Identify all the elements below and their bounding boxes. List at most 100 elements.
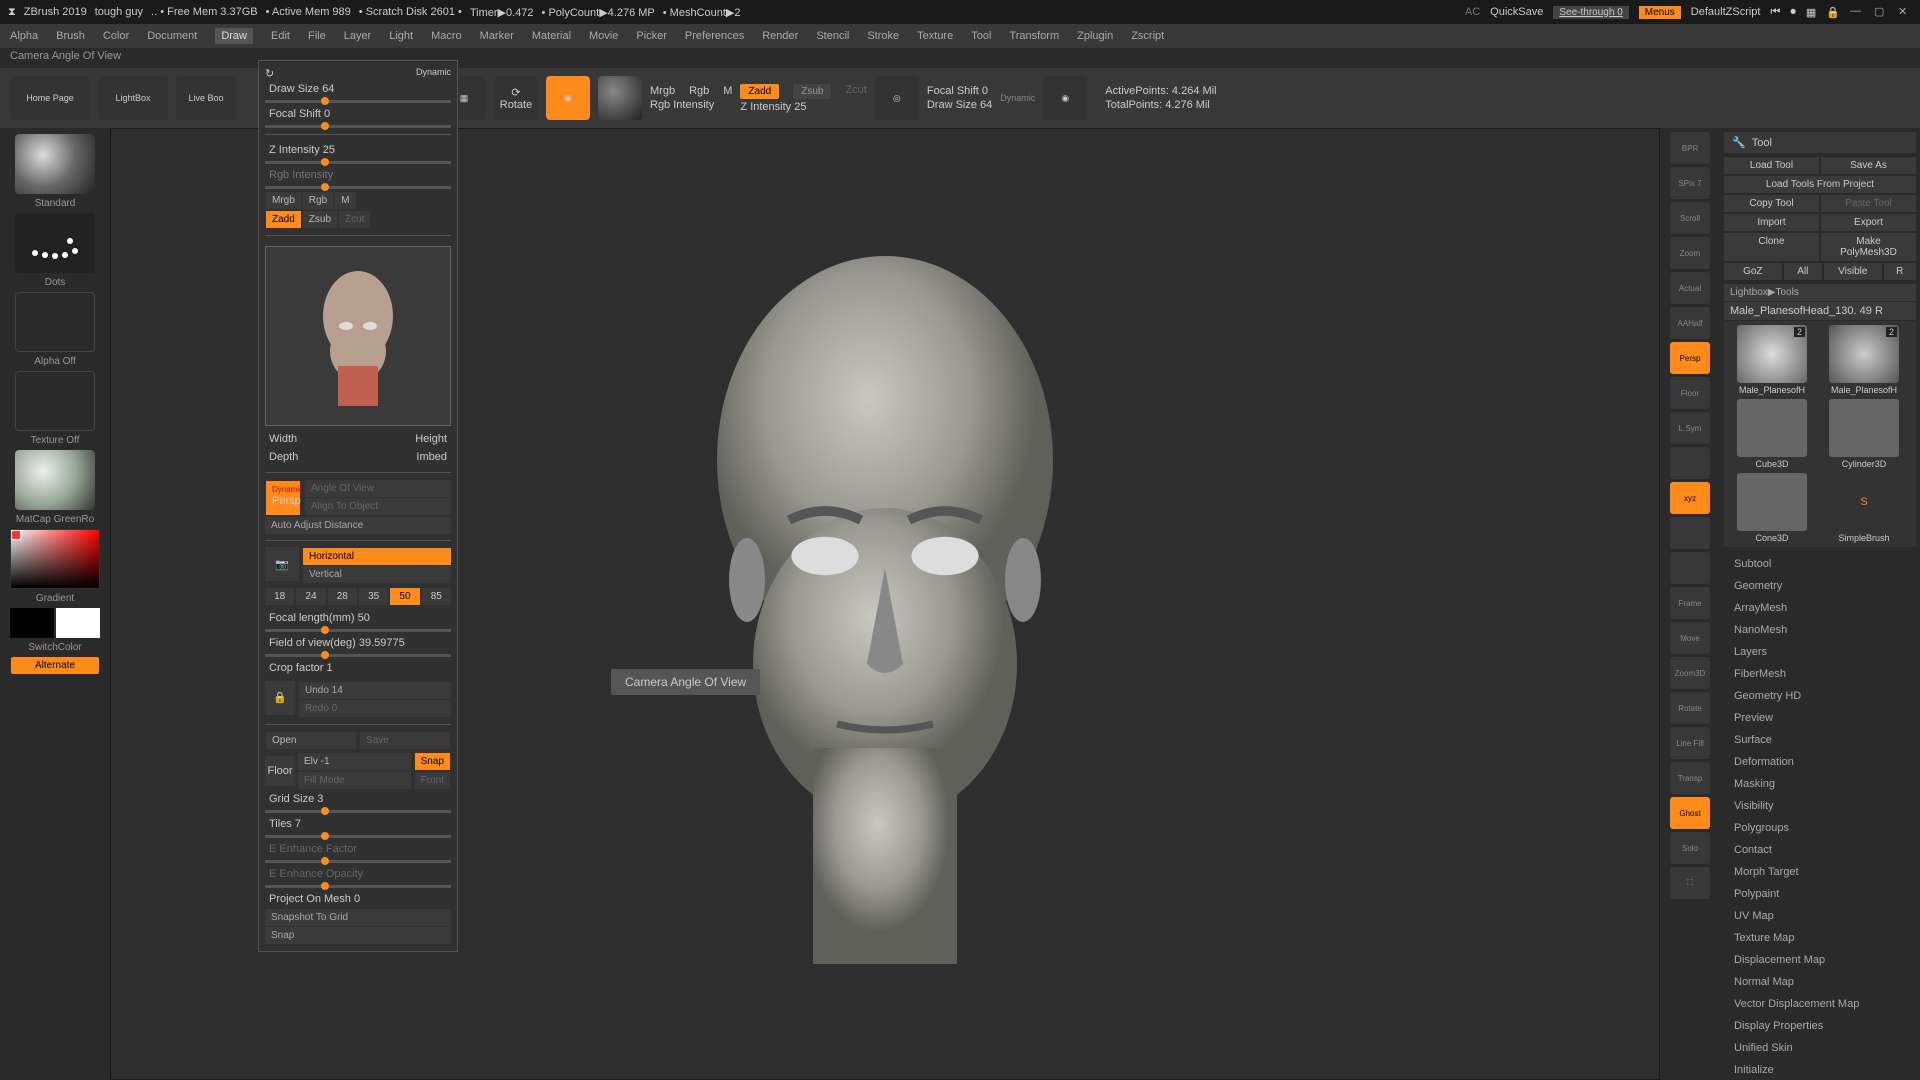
- draw-palette[interactable]: ↻Dynamic Draw Size 64 Focal Shift 0 Z In…: [258, 60, 458, 952]
- lens-24[interactable]: 24: [296, 588, 325, 605]
- lightbox-tools-button[interactable]: Lightbox▶Tools: [1724, 284, 1916, 301]
- menu-material[interactable]: Material: [532, 30, 571, 42]
- visible-button[interactable]: Visible: [1824, 263, 1882, 280]
- load-from-project-button[interactable]: Load Tools From Project: [1724, 176, 1916, 193]
- section-texturemap[interactable]: Texture Map: [1724, 927, 1916, 949]
- fov-slider[interactable]: Field of view(deg) 39.59775: [269, 637, 405, 649]
- zsub-button[interactable]: Zsub: [793, 84, 831, 99]
- zsub-button[interactable]: Zsub: [303, 211, 337, 228]
- menu-tool[interactable]: Tool: [971, 30, 991, 42]
- rtool-expand[interactable]: ⛶: [1670, 867, 1710, 899]
- stroke-thumb[interactable]: [15, 213, 95, 273]
- rtool-actual[interactable]: Actual: [1670, 272, 1710, 304]
- auto-adjust-button[interactable]: Auto Adjust Distance: [265, 517, 451, 534]
- section-geometry[interactable]: Geometry: [1724, 575, 1916, 597]
- rotate-button[interactable]: ⟳Rotate: [494, 76, 538, 120]
- menu-preferences[interactable]: Preferences: [685, 30, 744, 42]
- floor-icon[interactable]: Floor: [265, 756, 295, 786]
- depth-slider[interactable]: Depth: [269, 451, 298, 463]
- crop-slider[interactable]: Crop factor 1: [269, 662, 333, 674]
- menus-button[interactable]: Menus: [1639, 6, 1681, 19]
- rgb-button[interactable]: Rgb: [303, 192, 333, 209]
- mrgb-button[interactable]: Mrgb: [266, 192, 301, 209]
- height-slider[interactable]: Height: [415, 433, 447, 445]
- snap-bottom-button[interactable]: Snap: [265, 927, 451, 944]
- grid-icon[interactable]: ▦: [1806, 6, 1816, 19]
- quicksave-button[interactable]: QuickSave: [1490, 6, 1543, 18]
- dynamic-icon[interactable]: ◉: [1043, 76, 1087, 120]
- rtool-lsym[interactable]: L.Sym: [1670, 412, 1710, 444]
- zadd-button[interactable]: Zadd: [266, 211, 301, 228]
- section-uvmap[interactable]: UV Map: [1724, 905, 1916, 927]
- section-polypaint[interactable]: Polypaint: [1724, 883, 1916, 905]
- menu-file[interactable]: File: [308, 30, 326, 42]
- section-display[interactable]: Display Properties: [1724, 1015, 1916, 1037]
- section-morphtarget[interactable]: Morph Target: [1724, 861, 1916, 883]
- zintensity-slider[interactable]: Z Intensity 25: [269, 144, 335, 156]
- alpha-thumb[interactable]: [15, 292, 95, 352]
- section-unifiedskin[interactable]: Unified Skin: [1724, 1037, 1916, 1059]
- menu-edit[interactable]: Edit: [271, 30, 290, 42]
- rtool-ghost[interactable]: Ghost: [1670, 797, 1710, 829]
- section-visibility[interactable]: Visibility: [1724, 795, 1916, 817]
- drawsize-slider[interactable]: Draw Size 64: [269, 83, 334, 95]
- lens-85[interactable]: 85: [422, 588, 451, 605]
- paste-tool-button[interactable]: Paste Tool: [1821, 195, 1916, 212]
- tool-thumb[interactable]: 2Male_PlanesofH: [1728, 325, 1816, 395]
- persp-button[interactable]: DynamicPersp: [266, 481, 300, 515]
- section-layers[interactable]: Layers: [1724, 641, 1916, 663]
- material-thumb[interactable]: [15, 450, 95, 510]
- menu-marker[interactable]: Marker: [480, 30, 514, 42]
- front-button[interactable]: Front: [415, 772, 450, 789]
- gridsize-slider[interactable]: Grid Size 3: [269, 793, 323, 805]
- dynamic-toggle[interactable]: Dynamic: [416, 67, 451, 80]
- section-polygroups[interactable]: Polygroups: [1724, 817, 1916, 839]
- rtool-scroll[interactable]: Scroll: [1670, 202, 1710, 234]
- focal-slider[interactable]: Focal Shift 0: [269, 108, 330, 120]
- lightbox-button[interactable]: LightBox: [98, 76, 168, 120]
- section-normalmap[interactable]: Normal Map: [1724, 971, 1916, 993]
- section-fibermesh[interactable]: FiberMesh: [1724, 663, 1916, 685]
- lens-18[interactable]: 18: [265, 588, 294, 605]
- save-as-button[interactable]: Save As: [1821, 157, 1916, 174]
- texture-thumb[interactable]: [15, 371, 95, 431]
- load-tool-button[interactable]: Load Tool: [1724, 157, 1819, 174]
- rtool-zoom[interactable]: Zoom: [1670, 237, 1710, 269]
- lens-35[interactable]: 35: [359, 588, 388, 605]
- zadd-button[interactable]: Zadd: [740, 84, 779, 99]
- material-ball[interactable]: [598, 76, 642, 120]
- section-nanomesh[interactable]: NanoMesh: [1724, 619, 1916, 641]
- rtool-persp[interactable]: Persp: [1670, 342, 1710, 374]
- home-page-button[interactable]: Home Page: [10, 76, 90, 120]
- livebool-button[interactable]: Live Boo: [176, 76, 236, 120]
- focal-length-slider[interactable]: Focal length(mm) 50: [269, 612, 370, 624]
- lens-28[interactable]: 28: [328, 588, 357, 605]
- angle-of-view-button[interactable]: Angle Of View: [305, 480, 451, 497]
- rtool-frame[interactable]: Frame: [1670, 587, 1710, 619]
- menu-draw[interactable]: Draw: [215, 28, 253, 44]
- rgbintensity-slider[interactable]: Rgb Intensity: [269, 169, 333, 181]
- menu-transform[interactable]: Transform: [1009, 30, 1059, 42]
- project-mesh-slider[interactable]: Project On Mesh 0: [269, 893, 360, 905]
- snap-button[interactable]: Snap: [415, 753, 450, 770]
- fillmode-button[interactable]: Fill Mode: [298, 772, 411, 789]
- all-button[interactable]: All: [1784, 263, 1822, 280]
- default-zscript[interactable]: DefaultZScript: [1691, 6, 1761, 18]
- seethrough-slider[interactable]: See-through 0: [1553, 6, 1628, 19]
- menu-movie[interactable]: Movie: [589, 30, 618, 42]
- tool-thumb[interactable]: Cone3D: [1728, 473, 1816, 543]
- tool-panel-title[interactable]: 🔧Tool: [1724, 132, 1916, 153]
- menu-brush[interactable]: Brush: [56, 30, 85, 42]
- section-masking[interactable]: Masking: [1724, 773, 1916, 795]
- section-displacement[interactable]: Displacement Map: [1724, 949, 1916, 971]
- elv-slider[interactable]: Elv -1: [298, 753, 411, 770]
- camera-icon[interactable]: 📷: [265, 547, 299, 581]
- menu-color[interactable]: Color: [103, 30, 129, 42]
- menu-stencil[interactable]: Stencil: [816, 30, 849, 42]
- menu-texture[interactable]: Texture: [917, 30, 953, 42]
- prev-icon[interactable]: ⏮: [1770, 6, 1780, 19]
- vertical-button[interactable]: Vertical: [303, 566, 451, 583]
- rtool-rotate[interactable]: Rotate: [1670, 692, 1710, 724]
- width-slider[interactable]: Width: [269, 433, 297, 445]
- redo-button[interactable]: Redo 0: [299, 700, 451, 717]
